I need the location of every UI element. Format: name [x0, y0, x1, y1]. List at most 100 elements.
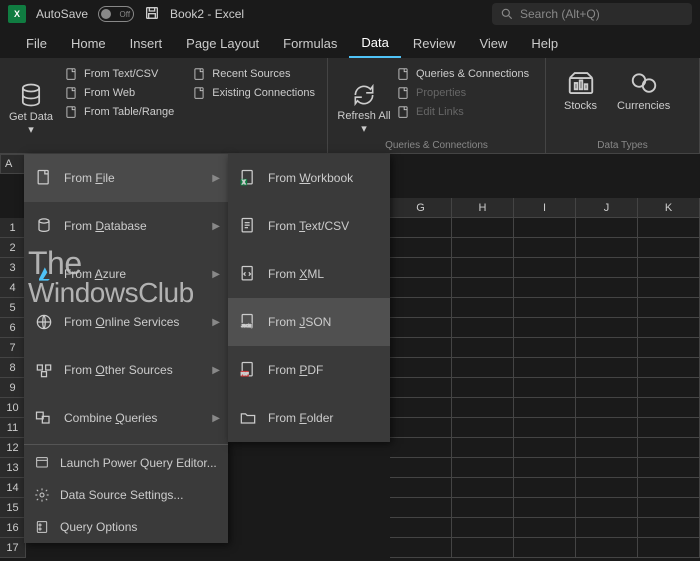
cell[interactable]: [638, 298, 700, 318]
tab-file[interactable]: File: [14, 30, 59, 57]
tab-page-layout[interactable]: Page Layout: [174, 30, 271, 57]
currencies-button[interactable]: Currencies: [607, 62, 680, 149]
submenu-from-folder[interactable]: From Folder: [228, 394, 390, 442]
col-header[interactable]: K: [638, 198, 700, 218]
menu-from-online-services[interactable]: From Online Services▶: [24, 298, 228, 346]
cell[interactable]: [514, 298, 576, 318]
cell[interactable]: [514, 398, 576, 418]
cell[interactable]: [576, 298, 638, 318]
cell[interactable]: [452, 318, 514, 338]
cell[interactable]: [576, 418, 638, 438]
row-header[interactable]: 16: [0, 518, 26, 538]
cell[interactable]: [390, 238, 452, 258]
name-box[interactable]: A: [0, 154, 26, 174]
search-box[interactable]: Search (Alt+Q): [492, 3, 692, 25]
existing-connections-button[interactable]: Existing Connections: [188, 85, 319, 101]
cell[interactable]: [576, 218, 638, 238]
cell[interactable]: [576, 478, 638, 498]
cell[interactable]: [390, 498, 452, 518]
cell[interactable]: [638, 338, 700, 358]
cell[interactable]: [390, 318, 452, 338]
row-header[interactable]: 15: [0, 498, 26, 518]
cell[interactable]: [390, 218, 452, 238]
cell[interactable]: [576, 338, 638, 358]
cell[interactable]: [452, 478, 514, 498]
cell[interactable]: [638, 398, 700, 418]
row-header[interactable]: 1: [0, 218, 26, 238]
cell[interactable]: [514, 538, 576, 558]
cell[interactable]: [638, 258, 700, 278]
refresh-all-button[interactable]: Refresh All ▾: [336, 62, 392, 149]
stocks-button[interactable]: Stocks: [554, 62, 607, 149]
cell[interactable]: [576, 278, 638, 298]
cell[interactable]: [576, 238, 638, 258]
cell[interactable]: [390, 258, 452, 278]
row-header[interactable]: 9: [0, 378, 26, 398]
cell[interactable]: [452, 538, 514, 558]
cell[interactable]: [452, 338, 514, 358]
from-text-csv-button[interactable]: From Text/CSV: [60, 66, 178, 82]
cell[interactable]: [514, 438, 576, 458]
cell[interactable]: [576, 458, 638, 478]
row-header[interactable]: 17: [0, 538, 26, 558]
cell[interactable]: [638, 238, 700, 258]
row-header[interactable]: 11: [0, 418, 26, 438]
cell[interactable]: [638, 518, 700, 538]
cell[interactable]: [390, 538, 452, 558]
cell[interactable]: [514, 518, 576, 538]
col-header[interactable]: H: [452, 198, 514, 218]
cell[interactable]: [390, 478, 452, 498]
cell[interactable]: [576, 438, 638, 458]
cell[interactable]: [638, 378, 700, 398]
menu-data-source-settings-[interactable]: Data Source Settings...: [24, 479, 228, 511]
cell[interactable]: [390, 358, 452, 378]
cell[interactable]: [638, 278, 700, 298]
cell[interactable]: [390, 418, 452, 438]
cell[interactable]: [576, 498, 638, 518]
cell[interactable]: [452, 458, 514, 478]
cell[interactable]: [514, 238, 576, 258]
tab-insert[interactable]: Insert: [118, 30, 175, 57]
menu-from-database[interactable]: From Database▶: [24, 202, 228, 250]
cell[interactable]: [514, 218, 576, 238]
menu-launch-power-query-editor-[interactable]: Launch Power Query Editor...: [24, 447, 228, 479]
col-header[interactable]: G: [390, 198, 452, 218]
cell[interactable]: [514, 278, 576, 298]
cell[interactable]: [514, 498, 576, 518]
save-icon[interactable]: [144, 5, 160, 24]
row-header[interactable]: 13: [0, 458, 26, 478]
submenu-from-workbook[interactable]: XFrom Workbook: [228, 154, 390, 202]
row-header[interactable]: 4: [0, 278, 26, 298]
tab-view[interactable]: View: [467, 30, 519, 57]
cell[interactable]: [638, 458, 700, 478]
row-header[interactable]: 10: [0, 398, 26, 418]
tab-data[interactable]: Data: [349, 29, 400, 58]
cell[interactable]: [452, 518, 514, 538]
autosave-toggle[interactable]: Off: [98, 6, 134, 22]
row-header[interactable]: 12: [0, 438, 26, 458]
cell[interactable]: [452, 278, 514, 298]
tab-help[interactable]: Help: [519, 30, 570, 57]
menu-from-other-sources[interactable]: From Other Sources▶: [24, 346, 228, 394]
cell[interactable]: [452, 258, 514, 278]
submenu-from-text-csv[interactable]: From Text/CSV: [228, 202, 390, 250]
cell[interactable]: [452, 398, 514, 418]
get-data-button[interactable]: Get Data ▾: [8, 62, 54, 149]
tab-review[interactable]: Review: [401, 30, 468, 57]
col-header[interactable]: J: [576, 198, 638, 218]
cell[interactable]: [452, 218, 514, 238]
cell[interactable]: [576, 538, 638, 558]
from-web-button[interactable]: From Web: [60, 85, 178, 101]
submenu-from-xml[interactable]: From XML: [228, 250, 390, 298]
cell[interactable]: [514, 318, 576, 338]
cell[interactable]: [576, 518, 638, 538]
cell[interactable]: [576, 398, 638, 418]
row-header[interactable]: 14: [0, 478, 26, 498]
cell[interactable]: [514, 258, 576, 278]
cell[interactable]: [576, 318, 638, 338]
recent-sources-button[interactable]: Recent Sources: [188, 66, 319, 82]
cell[interactable]: [638, 418, 700, 438]
cell[interactable]: [514, 358, 576, 378]
cell[interactable]: [452, 298, 514, 318]
row-header[interactable]: 7: [0, 338, 26, 358]
